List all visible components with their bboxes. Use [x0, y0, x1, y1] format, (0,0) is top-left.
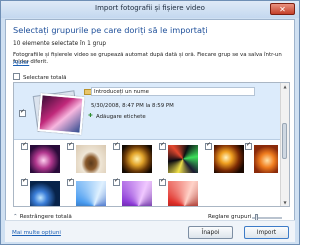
photo-group[interactable]: Introduceți un nume 5/30/2008, 8:47 PM l… [14, 83, 282, 140]
thumbnail-image[interactable] [122, 145, 152, 173]
thumbnail-item[interactable] [19, 177, 62, 206]
thumbnail-item[interactable] [243, 141, 281, 175]
thumbnail-checkbox[interactable] [205, 141, 212, 150]
thumbnail-image[interactable] [254, 145, 278, 173]
thumbnail-image[interactable] [76, 181, 106, 206]
thumbnail-item[interactable] [111, 177, 154, 206]
thumbnail-image[interactable] [30, 181, 60, 206]
list-scrollbar[interactable]: ▲ ▼ [280, 83, 289, 206]
thumbnail-checkbox[interactable] [67, 141, 74, 150]
group-preview-stack [31, 89, 85, 135]
thumbnail-checkbox[interactable] [159, 141, 166, 150]
window-title: Import fotografii și fișiere video [95, 4, 205, 12]
dialog-content: Selectați grupurile pe care doriți să le… [5, 19, 295, 241]
thumbnail-item[interactable] [65, 141, 108, 175]
thumbnail-image[interactable] [76, 145, 106, 173]
select-all-checkbox[interactable]: Selectare totală [13, 73, 67, 81]
thumbnail-image[interactable] [30, 145, 60, 173]
scroll-down-icon[interactable]: ▼ [281, 199, 289, 206]
more-options-link[interactable]: Mai multe opțiuni [12, 230, 61, 236]
thumbnail-image[interactable] [168, 181, 198, 206]
thumbnail-image[interactable] [214, 145, 244, 173]
scroll-thumb[interactable] [282, 123, 287, 159]
thumbnail-checkbox[interactable] [245, 141, 252, 150]
thumbnail-checkbox[interactable] [67, 177, 74, 186]
description-text: Fotografiile și fișierele video se grupe… [13, 52, 282, 65]
selection-count: 10 elemente selectate în 1 grup [13, 41, 107, 47]
scroll-up-icon[interactable]: ▲ [281, 83, 289, 90]
stack-front-photo [37, 93, 85, 135]
thumbnail-item[interactable] [19, 141, 62, 175]
dialog-footer: Mai multe opțiuni Înapoi Import [5, 220, 295, 242]
add-tags-link[interactable]: Adăugare etichete [96, 114, 146, 120]
select-all-box[interactable] [13, 73, 20, 80]
thumbnail-checkbox[interactable] [159, 177, 166, 186]
close-button[interactable]: ✕ [270, 3, 295, 15]
import-button[interactable]: Import [244, 226, 289, 239]
thumbnail-image[interactable] [168, 145, 198, 173]
group-date-range: 5/30/2008, 8:47 PM la 8:59 PM [91, 103, 174, 109]
help-link[interactable]: Ajutor [13, 60, 29, 66]
group-name-input[interactable]: Introduceți un nume [91, 87, 255, 96]
thumbnail-checkbox[interactable] [113, 177, 120, 186]
thumbnail-checkbox[interactable] [21, 177, 28, 186]
back-button[interactable]: Înapoi [188, 226, 233, 239]
thumbnail-item[interactable] [203, 141, 246, 175]
title-bar: Import fotografii și fișiere video ✕ [1, 1, 299, 18]
thumbnail-grid [14, 139, 282, 206]
thumbnail-item[interactable] [157, 141, 200, 175]
thumbnail-item[interactable] [65, 177, 108, 206]
adjust-groups-slider[interactable] [252, 214, 282, 222]
thumbnail-checkbox[interactable] [113, 141, 120, 150]
page-title: Selectați grupurile pe care doriți să le… [13, 25, 208, 35]
thumbnail-checkbox[interactable] [21, 141, 28, 150]
import-dialog: Import fotografii și fișiere video ✕ Sel… [0, 0, 300, 245]
thumbnail-item[interactable] [157, 177, 200, 206]
tag-icon: ✚ [88, 113, 93, 119]
group-list[interactable]: Introduceți un nume 5/30/2008, 8:47 PM l… [13, 82, 290, 207]
group-checkbox[interactable] [19, 108, 26, 117]
select-all-label: Selectare totală [23, 75, 67, 81]
thumbnail-item[interactable] [111, 141, 154, 175]
thumbnail-image[interactable] [122, 181, 152, 206]
